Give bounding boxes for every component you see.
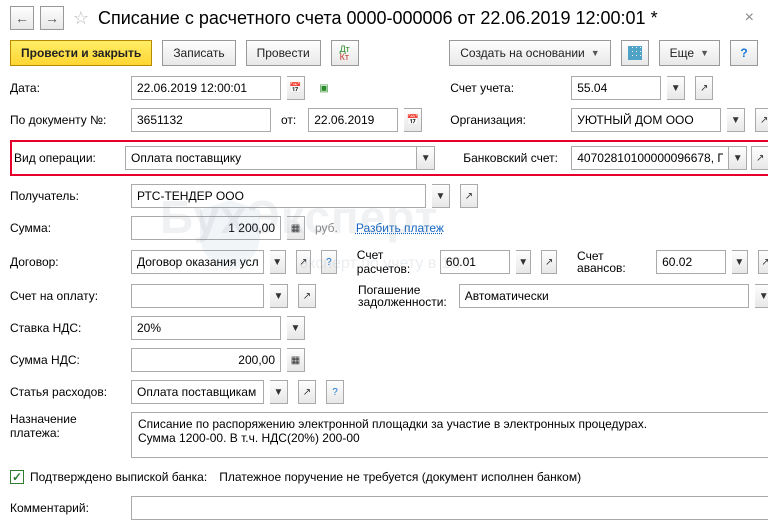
post-label: Провести <box>257 46 310 60</box>
optype-label: Вид операции: <box>14 151 125 165</box>
organization-input[interactable] <box>571 108 721 132</box>
document-title: Списание с расчетного счета 0000-000006 … <box>98 8 735 29</box>
vatsum-label: Сумма НДС: <box>10 353 125 367</box>
dtkt-icon: ДтКт <box>340 45 350 61</box>
date-action-button[interactable]: ▣ <box>315 76 333 100</box>
settleacc-input[interactable] <box>440 250 510 274</box>
organization-open-button[interactable]: ↗ <box>755 108 768 132</box>
recipient-open-button[interactable]: ↗ <box>460 184 478 208</box>
save-button[interactable]: Записать <box>162 40 235 66</box>
post-and-close-button[interactable]: Провести и закрыть <box>10 40 152 66</box>
save-label: Записать <box>173 46 224 60</box>
favorite-star-icon[interactable]: ☆ <box>70 7 92 29</box>
date-calendar-button[interactable]: 📅 <box>287 76 305 100</box>
comment-input[interactable] <box>131 496 768 520</box>
confirmed-note: Платежное поручение не требуется (докуме… <box>219 470 581 484</box>
account-label: Счет учета: <box>450 81 565 95</box>
vatsum-calc-button[interactable]: ▦ <box>287 348 305 372</box>
more-label: Еще <box>670 46 694 60</box>
organization-label: Организация: <box>450 113 565 127</box>
related-button[interactable] <box>621 40 649 66</box>
expense-label: Статья расходов: <box>10 385 125 399</box>
bankaccount-open-button[interactable]: ↗ <box>751 146 768 170</box>
bankaccount-dropdown-button[interactable]: ▼ <box>729 146 747 170</box>
debtrepay-label: Погашениезадолженности: <box>358 284 447 308</box>
help-button[interactable]: ? <box>730 40 758 66</box>
purpose-textarea[interactable] <box>131 412 768 458</box>
sum-input[interactable] <box>131 216 281 240</box>
advanceacc-input[interactable] <box>656 250 726 274</box>
bankaccount-label: Банковский счет: <box>463 151 571 165</box>
invoice-dropdown-button[interactable]: ▼ <box>270 284 288 308</box>
date-label: Дата: <box>10 81 125 95</box>
recipient-input[interactable] <box>131 184 426 208</box>
invoice-open-button[interactable]: ↗ <box>298 284 316 308</box>
help-icon: ? <box>740 46 747 60</box>
nav-back-button[interactable]: ← <box>10 6 34 30</box>
comment-label: Комментарий: <box>10 501 125 515</box>
optype-input[interactable] <box>125 146 417 170</box>
contract-help-button[interactable]: ? <box>321 250 337 274</box>
more-button[interactable]: Еще▼ <box>659 40 720 66</box>
docno-input[interactable] <box>131 108 271 132</box>
account-input[interactable] <box>571 76 661 100</box>
account-open-button[interactable]: ↗ <box>695 76 713 100</box>
confirmed-checkbox[interactable]: ✓ <box>10 470 24 484</box>
date-input[interactable] <box>131 76 281 100</box>
settleacc-open-button[interactable]: ↗ <box>541 250 557 274</box>
recipient-label: Получатель: <box>10 189 125 203</box>
advanceacc-label: Счет авансов: <box>577 250 644 274</box>
currency-label: руб. <box>315 221 338 235</box>
optype-dropdown-button[interactable]: ▼ <box>417 146 435 170</box>
settleacc-dropdown-button[interactable]: ▼ <box>516 250 532 274</box>
contract-input[interactable] <box>131 250 264 274</box>
expense-help-button[interactable]: ? <box>326 380 344 404</box>
dtkt-button[interactable]: ДтКт <box>331 40 359 66</box>
create-based-button[interactable]: Создать на основании▼ <box>449 40 610 66</box>
advanceacc-open-button[interactable]: ↗ <box>758 250 768 274</box>
invoice-label: Счет на оплату: <box>10 289 125 303</box>
close-button[interactable]: × <box>741 9 758 27</box>
confirmed-label: Подтверждено выпиской банка: <box>30 470 207 484</box>
create-based-label: Создать на основании <box>460 46 585 60</box>
invoice-input[interactable] <box>131 284 264 308</box>
sum-label: Сумма: <box>10 221 125 235</box>
contract-open-button[interactable]: ↗ <box>296 250 312 274</box>
vatsum-input[interactable] <box>131 348 281 372</box>
split-payment-link[interactable]: Разбить платеж <box>356 221 444 235</box>
debtrepay-input[interactable] <box>459 284 749 308</box>
vatrate-dropdown-button[interactable]: ▼ <box>287 316 305 340</box>
sum-calc-button[interactable]: ▦ <box>287 216 305 240</box>
recipient-dropdown-button[interactable]: ▼ <box>432 184 450 208</box>
operation-type-row: Вид операции: ▼ Банковский счет: ▼ ↗ <box>10 140 768 176</box>
contract-dropdown-button[interactable]: ▼ <box>270 250 286 274</box>
debtrepay-dropdown-button[interactable]: ▼ <box>755 284 768 308</box>
settleacc-label: Счет расчетов: <box>357 248 428 276</box>
from-prefix: от: <box>281 113 296 127</box>
expense-input[interactable] <box>131 380 264 404</box>
expense-dropdown-button[interactable]: ▼ <box>270 380 288 404</box>
contract-label: Договор: <box>10 255 125 269</box>
bankaccount-input[interactable] <box>571 146 729 170</box>
post-button[interactable]: Провести <box>246 40 321 66</box>
organization-dropdown-button[interactable]: ▼ <box>727 108 745 132</box>
vatrate-input[interactable] <box>131 316 281 340</box>
expense-open-button[interactable]: ↗ <box>298 380 316 404</box>
related-icon <box>628 46 642 60</box>
docdate-input[interactable] <box>308 108 398 132</box>
docdate-calendar-button[interactable]: 📅 <box>404 108 422 132</box>
docno-label: По документу №: <box>10 113 125 127</box>
purpose-label: Назначениеплатежа: <box>10 412 125 440</box>
nav-forward-button[interactable]: → <box>40 6 64 30</box>
post-and-close-label: Провести и закрыть <box>21 46 141 60</box>
account-dropdown-button[interactable]: ▼ <box>667 76 685 100</box>
vatrate-label: Ставка НДС: <box>10 321 125 335</box>
advanceacc-dropdown-button[interactable]: ▼ <box>732 250 748 274</box>
